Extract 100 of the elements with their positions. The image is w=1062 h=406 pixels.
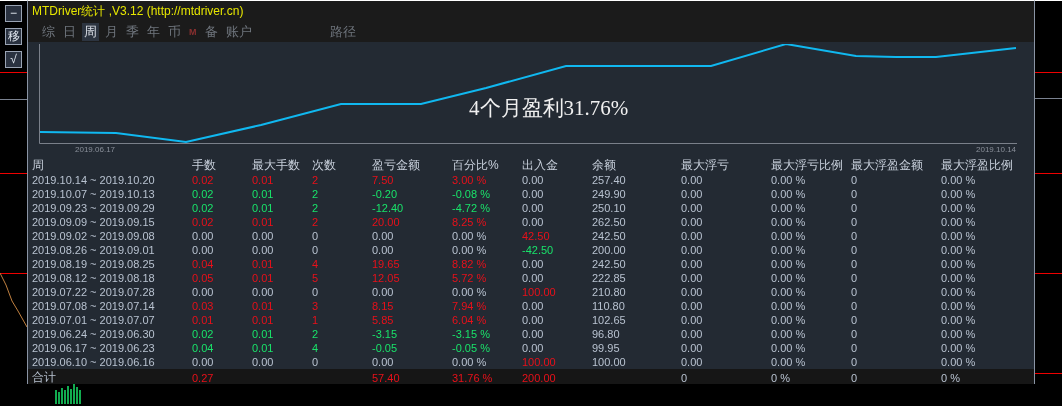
table-cell: 200.00 (592, 244, 626, 256)
table-cell: 0.00 (681, 174, 703, 186)
table-cell: 0.00 (681, 216, 703, 228)
table-cell: 222.85 (592, 272, 626, 284)
table-cell: 0.00 % (941, 300, 976, 312)
table-cell: 257.40 (592, 174, 626, 186)
table-cell: 0.00 (192, 356, 214, 368)
table-cell: 0.00 (372, 286, 394, 298)
table-cell: 0.00 (681, 188, 703, 200)
table-cell: 262.50 (592, 216, 626, 228)
table-cell: 2019.10.14 ~ 2019.10.20 (32, 174, 155, 186)
table-cell: 200.00 (522, 371, 556, 384)
table-cell: 0.00 (192, 286, 214, 298)
table-cell: 2019.08.19 ~ 2019.08.25 (32, 258, 155, 270)
table-cell: 0.00 (522, 328, 544, 340)
tab[interactable]: 备 (202, 22, 220, 41)
table-cell: 0 (851, 371, 858, 384)
table-cell: 0.00 (681, 356, 703, 368)
tab[interactable]: M (187, 22, 199, 41)
tab[interactable]: 日 (61, 22, 78, 41)
table-cell: -3.15 % (452, 328, 490, 340)
tab[interactable]: 路径 (327, 22, 358, 41)
table-cell: 0.00 (372, 244, 394, 256)
table-cell: 0.00 (681, 202, 703, 214)
tab[interactable]: 账户 (223, 22, 254, 41)
table-cell: 0 (312, 356, 319, 368)
tab[interactable]: 年 (145, 22, 162, 41)
window-title: MTDriver统计 ,V3.12 (http://mtdriver.cn) (32, 2, 244, 20)
table-cell: 100.00 (522, 356, 556, 368)
table-cell: 242.50 (592, 258, 626, 270)
table-cell: 0.00 % (771, 328, 806, 340)
tab[interactable]: 周 (82, 22, 99, 41)
table-cell: 0.00 (522, 188, 544, 200)
table-cell: 4 (312, 342, 319, 354)
tab[interactable]: 月 (103, 22, 120, 41)
tab[interactable]: 币 (166, 22, 183, 41)
table-cell: 0 (851, 356, 858, 368)
chart-annotation: 4个月盈利31.76% (469, 94, 629, 122)
table-cell: 0.00 % (941, 230, 976, 242)
table-cell: 1 (312, 314, 319, 326)
table-cell: 0.00 (681, 328, 703, 340)
table-cell: 0.00 (681, 244, 703, 256)
table-cell: 0.00 % (941, 328, 976, 340)
table-cell: 0.00 (192, 244, 214, 256)
table-cell: 4 (312, 258, 319, 270)
table-cell: 7.94 % (452, 300, 487, 312)
table-cell: 0.00 % (771, 230, 806, 242)
table-cell: 0.04 (192, 258, 214, 270)
toolbar-button[interactable]: √ (5, 51, 22, 68)
table-cell: 0.00 % (941, 216, 976, 228)
table-cell: 0.00 % (771, 202, 806, 214)
tab[interactable]: 综 (40, 22, 57, 41)
table-cell: 0.01 (252, 328, 274, 340)
column-header: 最大手数 (252, 157, 300, 174)
table-cell: 210.80 (592, 286, 626, 298)
table-cell: 合计 (32, 369, 56, 386)
table-cell: 0 (851, 328, 858, 340)
axis-label: 2019.06.17 (75, 144, 116, 154)
table-cell: 0.03 (192, 300, 214, 312)
table-cell: 0.02 (192, 202, 214, 214)
table-cell: 110.80 (592, 300, 625, 312)
candlestick-drawing (55, 384, 81, 404)
column-header: 百分比% (452, 157, 499, 174)
table-cell: 249.90 (592, 188, 626, 200)
table-cell: 0.00 (192, 230, 214, 242)
column-header: 最大浮盈金额 (851, 157, 923, 174)
table-cell: 100.00 (522, 286, 556, 298)
table-cell: 0 (851, 300, 858, 312)
table-cell: 0.00 % (941, 356, 976, 368)
table-cell: 0.01 (252, 314, 274, 326)
table-cell: 0 (851, 202, 858, 214)
table-cell: 2019.09.02 ~ 2019.09.08 (32, 230, 155, 242)
toolbar-button[interactable]: − (5, 5, 22, 22)
table-cell: 0 (851, 342, 858, 354)
table-cell: 0.00 (522, 272, 544, 284)
table-cell: 0.00 % (941, 174, 976, 186)
table-cell: 0.00 % (771, 286, 806, 298)
table-cell: 0 (312, 286, 319, 298)
table-cell: 0.00 (681, 314, 703, 326)
column-header: 次数 (312, 157, 336, 174)
table-cell: 0.00 % (452, 230, 487, 242)
table-cell: 0.01 (252, 216, 274, 228)
table-cell: -0.20 (372, 188, 398, 200)
table-cell: 0.00 % (771, 272, 806, 284)
table-cell: 0 (851, 230, 858, 242)
table-cell: 2 (312, 174, 319, 186)
table-cell: 0.02 (192, 216, 214, 228)
column-header: 盈亏金额 (372, 157, 420, 174)
table-cell: 0.00 % (771, 356, 806, 368)
table-cell: 0.00 (681, 342, 703, 354)
table-cell: 0.00 % (771, 244, 806, 256)
table-cell: -42.50 (522, 244, 554, 256)
tab[interactable]: 季 (124, 22, 141, 41)
toolbar-button[interactable]: 移 (5, 28, 22, 45)
table-cell: 0.01 (252, 258, 274, 270)
table-cell: 2019.09.23 ~ 2019.09.29 (32, 202, 155, 214)
table-cell: 0.00 (522, 314, 544, 326)
table-cell: 0 % (771, 371, 790, 384)
table-cell: 0.00 % (771, 300, 806, 312)
table-cell: 0.00 (681, 272, 703, 284)
